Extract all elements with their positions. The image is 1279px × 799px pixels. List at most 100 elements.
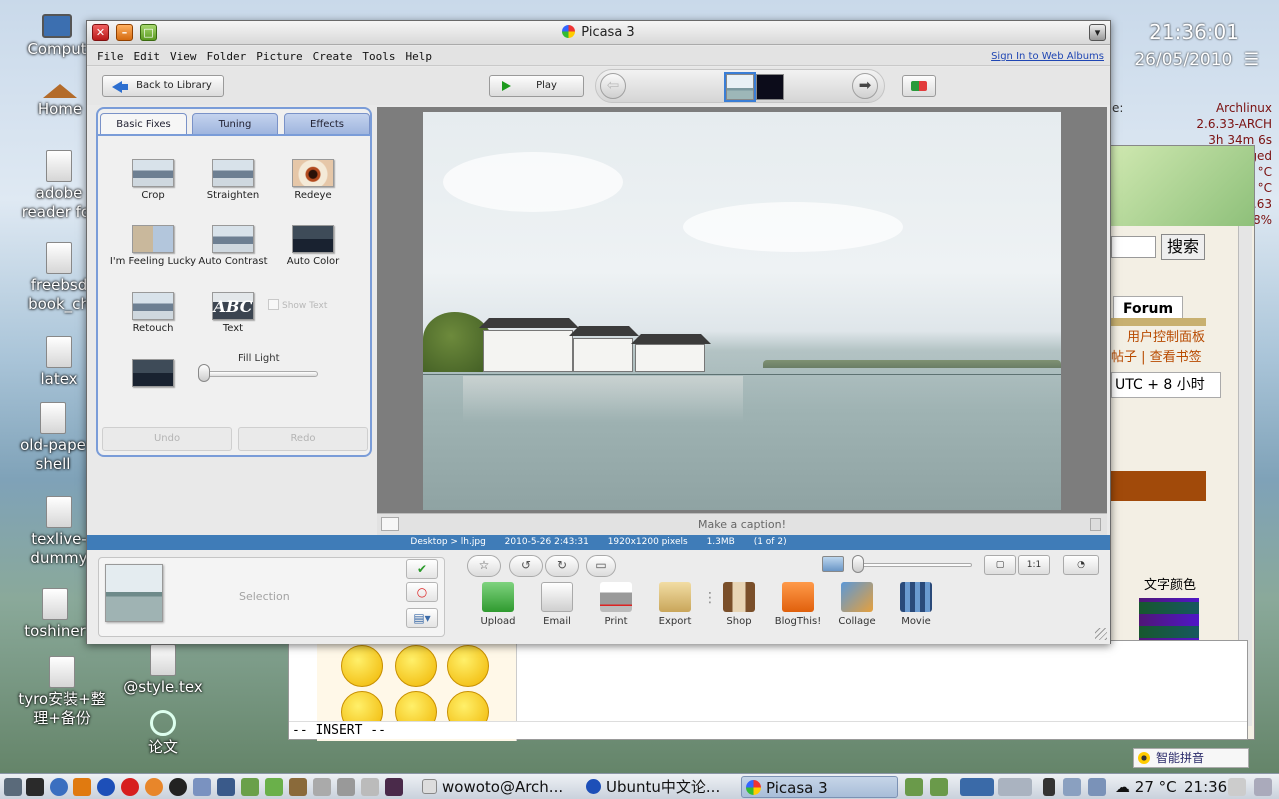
tab-tuning[interactable]: Tuning xyxy=(192,113,278,135)
color-histogram-button[interactable]: ◔ xyxy=(1063,555,1099,575)
book-icon[interactable] xyxy=(289,778,307,796)
firefox-icon[interactable] xyxy=(145,778,163,796)
menu-file[interactable]: File xyxy=(92,46,129,63)
picasa-window[interactable]: ✕ – □ Picasa 3 ▾ File Edit View Folder Pictu… xyxy=(86,20,1111,644)
ime-indicator[interactable]: 智能拼音 xyxy=(1133,748,1249,768)
previous-photo-button[interactable]: ⇦ xyxy=(600,73,626,99)
rotate-left-button[interactable]: ↺ xyxy=(509,555,543,577)
undo-button[interactable]: Undo xyxy=(102,427,232,451)
movie-button[interactable]: Movie xyxy=(891,582,941,627)
redo-button[interactable]: Redo xyxy=(238,427,368,451)
desktop-icon-thesis[interactable]: 论文 xyxy=(118,710,208,757)
task-terminal[interactable]: wowoto@Arch... xyxy=(418,776,578,798)
sign-in-link[interactable]: Sign In to Web Albums xyxy=(991,51,1104,62)
taskbar-clock[interactable]: 21:36 xyxy=(1184,776,1227,798)
star-button[interactable]: ☆ xyxy=(467,555,501,577)
search-input[interactable] xyxy=(1111,236,1156,258)
caption-input[interactable]: Make a caption! xyxy=(377,518,1107,531)
audio-icon[interactable] xyxy=(313,778,331,796)
text-tool[interactable]: ABC Text xyxy=(190,292,276,334)
tex-icon[interactable] xyxy=(217,778,235,796)
menu-view[interactable]: View xyxy=(165,46,202,63)
menu-help[interactable]: Help xyxy=(400,46,437,63)
show-text-checkbox[interactable]: Show Text xyxy=(268,299,327,311)
zoom-slider-knob[interactable] xyxy=(852,555,864,573)
workspace-2[interactable] xyxy=(930,778,948,796)
trash-icon[interactable] xyxy=(1228,778,1246,796)
tab-effects[interactable]: Effects xyxy=(284,113,370,135)
zoom-slider[interactable] xyxy=(852,563,972,567)
xfce-icon[interactable] xyxy=(73,778,91,796)
qq-icon[interactable] xyxy=(169,778,187,796)
play-button[interactable]: Play xyxy=(489,75,584,97)
redeye-tool[interactable]: Redeye xyxy=(270,159,356,201)
upload-button[interactable]: Upload xyxy=(473,582,523,627)
share-button[interactable] xyxy=(902,75,936,97)
selection-thumbnail[interactable] xyxy=(105,564,163,622)
opera-icon[interactable] xyxy=(121,778,139,796)
volume-icon[interactable] xyxy=(1088,778,1106,796)
smiley-icon[interactable] xyxy=(341,645,383,687)
screenshot-icon[interactable] xyxy=(337,778,355,796)
task-picasa[interactable]: Picasa 3 xyxy=(741,776,898,798)
power-icon[interactable] xyxy=(1254,778,1272,796)
tag-button[interactable]: ▭ xyxy=(586,555,616,577)
workspace-4[interactable] xyxy=(998,778,1032,796)
actual-size-button[interactable]: 1:1 xyxy=(1018,555,1050,575)
blogthis-button[interactable]: BlogThis! xyxy=(773,582,823,627)
window-menu-button[interactable]: ▾ xyxy=(1089,24,1106,41)
menu-picture[interactable]: Picture xyxy=(251,46,307,63)
editor-icon[interactable] xyxy=(361,778,379,796)
feeling-lucky-tool[interactable]: I'm Feeling Lucky xyxy=(106,225,200,267)
clear-selection-button[interactable]: ○ xyxy=(406,582,438,602)
resize-grip[interactable] xyxy=(1095,628,1107,640)
next-photo-button[interactable]: ➡ xyxy=(852,73,878,99)
search-button[interactable]: 搜索 xyxy=(1161,234,1205,260)
pidgin-icon[interactable] xyxy=(241,778,259,796)
desktop-icon-oldpaper[interactable]: old-pape shell xyxy=(8,402,98,474)
workspace-3[interactable] xyxy=(960,778,994,796)
rotate-right-button[interactable]: ↻ xyxy=(545,555,579,577)
earth-icon[interactable] xyxy=(97,778,115,796)
crop-tool[interactable]: Crop xyxy=(110,159,196,201)
photo[interactable] xyxy=(423,112,1061,510)
retouch-tool[interactable]: Retouch xyxy=(110,292,196,334)
collage-button[interactable]: Collage xyxy=(832,582,882,627)
menu-folder[interactable]: Folder xyxy=(202,46,252,63)
menu-tools[interactable]: Tools xyxy=(357,46,400,63)
trash-icon[interactable] xyxy=(1090,518,1101,531)
menu-create[interactable]: Create xyxy=(308,46,358,63)
posts-link[interactable]: 帖子 | 查看书签 xyxy=(1111,346,1202,365)
fill-light-slider-knob[interactable] xyxy=(198,364,210,382)
auto-contrast-tool[interactable]: Auto Contrast xyxy=(190,225,276,267)
browser-icon[interactable] xyxy=(50,778,68,796)
desktop-icon-style-tex[interactable]: @style.tex xyxy=(118,644,208,697)
hold-pin-button[interactable]: ✔ xyxy=(406,559,438,579)
text-editor-icon[interactable] xyxy=(193,778,211,796)
network-icon[interactable] xyxy=(1063,778,1081,796)
fit-view-button[interactable]: ▢ xyxy=(984,555,1016,575)
shop-button[interactable]: Shop xyxy=(714,582,764,627)
show-desktop-icon[interactable] xyxy=(4,778,22,796)
email-button[interactable]: Email xyxy=(532,582,582,627)
tab-basic-fixes[interactable]: Basic Fixes xyxy=(100,113,187,135)
desktop-icon-tyro[interactable]: tyro安装+整理+备份 xyxy=(12,656,112,728)
menu-icon[interactable]: ☰ xyxy=(1244,50,1259,70)
add-to-album-button[interactable]: ▤▾ xyxy=(406,608,438,628)
filmstrip-thumbnail[interactable] xyxy=(724,72,756,102)
photo-viewer[interactable] xyxy=(377,107,1107,513)
auto-color-tool[interactable]: Auto Color xyxy=(270,225,356,267)
straighten-tool[interactable]: Straighten xyxy=(190,159,276,201)
editor-window[interactable]: -- INSERT -- xyxy=(288,640,1248,741)
selection-tray[interactable]: Selection ✔ ○ ▤▾ xyxy=(98,557,445,637)
note-icon[interactable] xyxy=(265,778,283,796)
mms-icon[interactable] xyxy=(385,778,403,796)
terminal-icon[interactable] xyxy=(26,778,44,796)
fill-light-slider[interactable] xyxy=(198,371,318,377)
pen-icon[interactable] xyxy=(1043,778,1055,796)
filmstrip-thumbnail[interactable] xyxy=(756,74,784,100)
back-to-library-button[interactable]: Back to Library xyxy=(102,75,224,97)
smiley-icon[interactable] xyxy=(447,645,489,687)
task-browser[interactable]: Ubuntu中文论... xyxy=(582,776,737,798)
smiley-icon[interactable] xyxy=(395,645,437,687)
